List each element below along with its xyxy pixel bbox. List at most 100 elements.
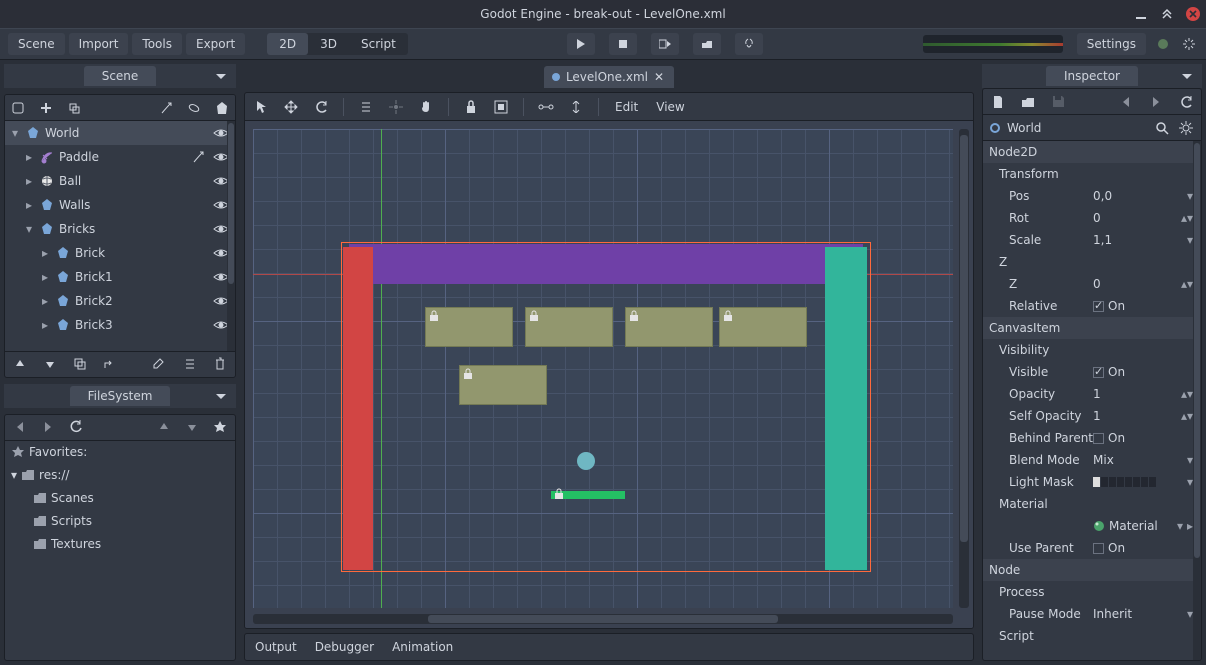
fs-prev-dir-icon[interactable] bbox=[155, 418, 173, 436]
insp-settings-icon[interactable] bbox=[1177, 119, 1195, 137]
scene-tree[interactable]: ▾World▸Paddle▸Ball▸Walls▾Bricks▸Brick▸Br… bbox=[5, 121, 235, 351]
scene-dock-tab[interactable]: Scene bbox=[84, 66, 157, 86]
brick-2[interactable] bbox=[625, 307, 713, 347]
fs-folder-textures[interactable]: Textures bbox=[5, 533, 235, 556]
play-button[interactable] bbox=[567, 33, 595, 55]
inspector-scrollbar[interactable] bbox=[1193, 141, 1201, 660]
move-up-icon[interactable] bbox=[11, 355, 29, 373]
spinner-icon[interactable]: ▴▾ bbox=[1181, 211, 1193, 225]
update-spinner-icon[interactable] bbox=[1154, 35, 1172, 53]
inspector-section-transform[interactable]: Transform bbox=[983, 163, 1201, 185]
inspector-section-script[interactable]: Script bbox=[983, 625, 1201, 647]
pivot-tool-icon[interactable] bbox=[386, 97, 406, 117]
dropdown-icon[interactable]: ▾ bbox=[1177, 519, 1183, 533]
insp-save-resource-icon[interactable] bbox=[1049, 93, 1067, 111]
attach-script-icon[interactable] bbox=[157, 99, 175, 117]
scene-dock-menu-icon[interactable] bbox=[212, 68, 230, 86]
fs-back-icon[interactable] bbox=[11, 418, 29, 436]
prop-opacity[interactable]: Opacity1▴▾ bbox=[983, 383, 1201, 405]
fs-rescan-icon[interactable] bbox=[67, 418, 85, 436]
insp-history-prev-icon[interactable] bbox=[1117, 93, 1135, 111]
window-minimize-button[interactable] bbox=[1128, 0, 1154, 28]
stop-button[interactable] bbox=[609, 33, 637, 55]
script-indicator-icon[interactable] bbox=[191, 150, 205, 164]
mode-2d[interactable]: 2D bbox=[267, 33, 308, 55]
checkbox-icon[interactable] bbox=[1093, 543, 1104, 554]
prop-relative[interactable]: Relative On bbox=[983, 295, 1201, 317]
menu-import[interactable]: Import bbox=[69, 33, 129, 55]
new-node-icon[interactable] bbox=[9, 99, 27, 117]
spinner-icon[interactable]: ▴▾ bbox=[1181, 277, 1193, 291]
expand-icon[interactable]: ▾ bbox=[23, 222, 35, 236]
checkbox-icon[interactable] bbox=[1093, 301, 1104, 312]
menu-export[interactable]: Export bbox=[186, 33, 245, 55]
brick-1[interactable] bbox=[525, 307, 613, 347]
inspector-section-process[interactable]: Process bbox=[983, 581, 1201, 603]
prop-value[interactable]: ▾ bbox=[1093, 475, 1193, 489]
canvas-view-menu[interactable]: View bbox=[652, 98, 688, 116]
scene-file-tab[interactable]: LevelOne.xml ✕ bbox=[544, 66, 674, 88]
expand-icon[interactable]: ▸ bbox=[23, 150, 35, 164]
wall-top[interactable] bbox=[349, 244, 863, 284]
viewport-scrollbar-vertical[interactable] bbox=[959, 129, 969, 608]
prop-value[interactable]: On bbox=[1093, 365, 1193, 379]
group-tool-icon[interactable] bbox=[491, 97, 511, 117]
scene-node-brick[interactable]: ▸Brick bbox=[5, 241, 235, 265]
anchor-tool-icon[interactable] bbox=[566, 97, 586, 117]
scene-node-ball[interactable]: ▸Ball bbox=[5, 169, 235, 193]
tab-animation[interactable]: Animation bbox=[392, 640, 453, 654]
checkbox-icon[interactable] bbox=[1093, 433, 1104, 444]
menu-scene[interactable]: Scene bbox=[8, 33, 65, 55]
expand-icon[interactable]: ▸ bbox=[39, 270, 51, 284]
scene-tree-scrollbar[interactable] bbox=[227, 121, 235, 351]
prop-pos[interactable]: Pos0,0▾ bbox=[983, 185, 1201, 207]
inspector-dock-menu-icon[interactable] bbox=[1178, 68, 1196, 86]
mode-3d[interactable]: 3D bbox=[308, 33, 349, 55]
fs-next-dir-icon[interactable] bbox=[183, 418, 201, 436]
spinner-icon[interactable]: ▴▾ bbox=[1181, 409, 1193, 423]
scene-node-brick3[interactable]: ▸Brick3 bbox=[5, 313, 235, 337]
prop-value[interactable]: Mix▾ bbox=[1093, 453, 1193, 467]
prop-value[interactable]: 0▴▾ bbox=[1093, 277, 1193, 291]
lightmask-grid[interactable] bbox=[1093, 477, 1156, 487]
insp-search-icon[interactable] bbox=[1153, 119, 1171, 137]
prop-pause-mode[interactable]: Pause ModeInherit▾ bbox=[983, 603, 1201, 625]
insp-history-next-icon[interactable] bbox=[1147, 93, 1165, 111]
fs-favorites[interactable]: Favorites: bbox=[5, 441, 235, 464]
edit-children-icon[interactable] bbox=[181, 355, 199, 373]
scene-node-paddle[interactable]: ▸Paddle bbox=[5, 145, 235, 169]
mode-script[interactable]: Script bbox=[349, 33, 408, 55]
insp-new-resource-icon[interactable] bbox=[989, 93, 1007, 111]
expand-icon[interactable]: ▾ bbox=[11, 468, 17, 482]
tab-output[interactable]: Output bbox=[255, 640, 297, 654]
scene-node-brick1[interactable]: ▸Brick1 bbox=[5, 265, 235, 289]
close-tab-icon[interactable]: ✕ bbox=[654, 70, 664, 84]
brick-3[interactable] bbox=[719, 307, 807, 347]
fs-folder-scripts[interactable]: Scripts bbox=[5, 510, 235, 533]
prop-material[interactable]: Material ▾ ▸ bbox=[983, 515, 1201, 537]
remote-debug-button[interactable] bbox=[735, 33, 763, 55]
prop-value[interactable]: 0,0▾ bbox=[1093, 189, 1193, 203]
inspector-dock-tab[interactable]: Inspector bbox=[1046, 66, 1138, 86]
viewport-scrollbar-horizontal[interactable] bbox=[253, 614, 953, 624]
fs-folder-scanes[interactable]: Scanes bbox=[5, 487, 235, 510]
wall-left[interactable] bbox=[343, 247, 373, 570]
checkbox-icon[interactable] bbox=[1093, 367, 1104, 378]
brick-4[interactable] bbox=[459, 365, 547, 405]
filesystem-dock-tab[interactable]: FileSystem bbox=[70, 386, 171, 406]
list-select-icon[interactable] bbox=[356, 97, 376, 117]
prop-rot[interactable]: Rot0▴▾ bbox=[983, 207, 1201, 229]
window-maximize-button[interactable] bbox=[1154, 0, 1180, 28]
brick-0[interactable] bbox=[425, 307, 513, 347]
expand-icon[interactable]: ▸ bbox=[23, 198, 35, 212]
prop-value[interactable]: 1▴▾ bbox=[1093, 387, 1193, 401]
filesystem-tree[interactable]: Favorites: ▾ res:// ScanesScriptsTexture… bbox=[5, 441, 235, 660]
inspector-section-material[interactable]: Material bbox=[983, 493, 1201, 515]
insp-load-resource-icon[interactable] bbox=[1019, 93, 1037, 111]
paddle[interactable] bbox=[551, 491, 625, 499]
reparent-node-icon[interactable] bbox=[101, 355, 119, 373]
canvas-viewport[interactable] bbox=[253, 129, 953, 608]
expand-icon[interactable]: ▾ bbox=[9, 126, 21, 140]
scene-node-bricks[interactable]: ▾Bricks bbox=[5, 217, 235, 241]
prop-value[interactable]: On bbox=[1093, 541, 1193, 555]
